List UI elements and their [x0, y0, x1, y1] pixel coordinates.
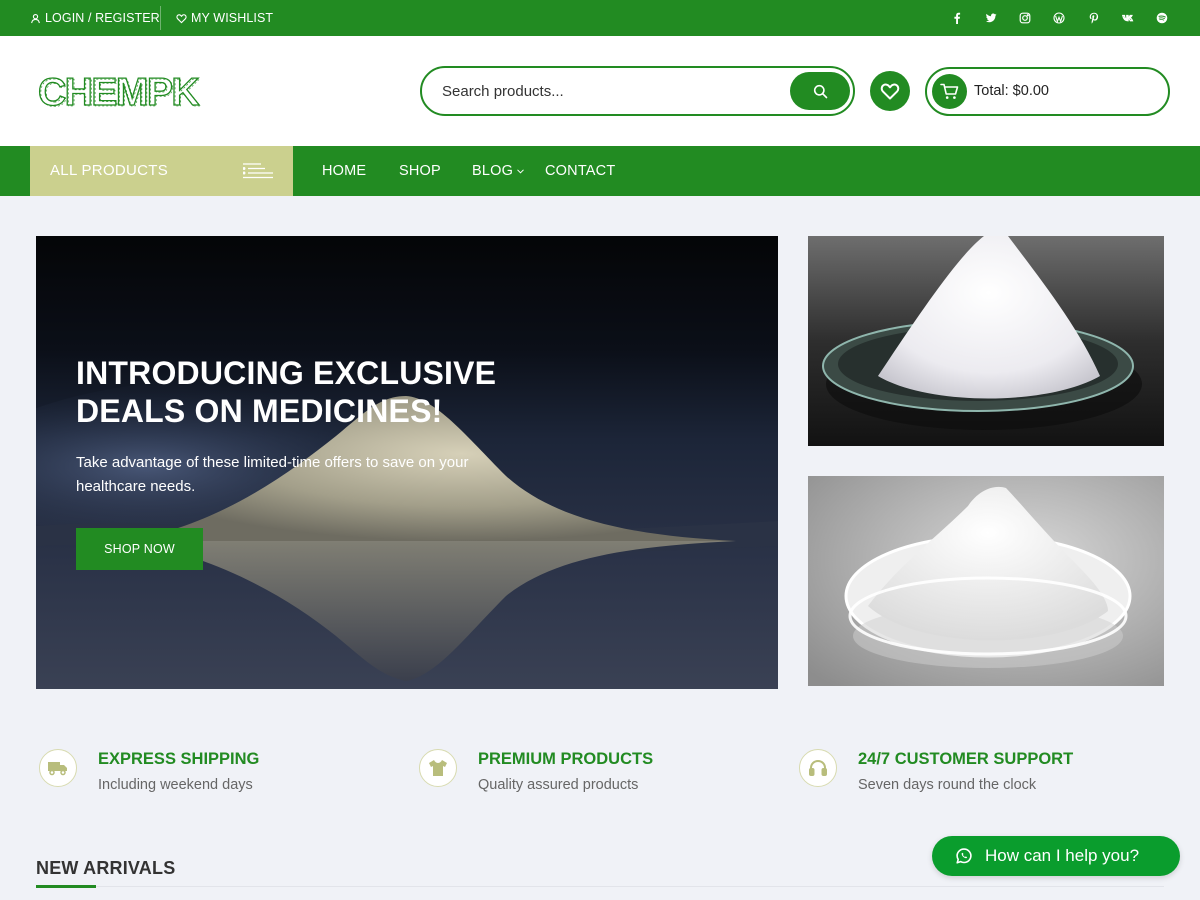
- tshirt-icon-badge: [419, 749, 457, 787]
- truck-icon-badge: [39, 749, 77, 787]
- feature-customer-support: 24/7 CUSTOMER SUPPORT Seven days round t…: [796, 746, 1156, 806]
- topbar-divider: [160, 6, 161, 30]
- wishlist-button[interactable]: [870, 71, 910, 111]
- nav-item-home[interactable]: HOME: [322, 146, 366, 196]
- pinterest-icon[interactable]: [1084, 0, 1104, 36]
- nav-item-contact[interactable]: CONTACT: [545, 146, 615, 196]
- login-register-link[interactable]: LOGIN / REGISTER: [30, 0, 160, 36]
- feature-subtitle: Quality assured products: [478, 777, 639, 793]
- section-divider: [36, 886, 1164, 887]
- tshirt-icon: [429, 760, 447, 776]
- user-icon: [31, 13, 40, 23]
- truck-icon: [48, 762, 67, 776]
- heart-icon: [176, 13, 187, 23]
- heart-icon: [880, 83, 900, 100]
- new-arrivals-title: NEW ARRIVALS: [36, 858, 176, 878]
- hero-title-line2: DEALS ON MEDICINES!: [76, 393, 443, 429]
- feature-premium-products: PREMIUM PRODUCTS Quality assured product…: [416, 746, 776, 806]
- top-bar: LOGIN / REGISTER MY WISHLIST: [0, 0, 1200, 36]
- cart-icon-badge: [932, 74, 967, 109]
- menu-lines-icon: [243, 163, 273, 179]
- my-wishlist-link[interactable]: MY WISHLIST: [176, 0, 273, 36]
- wordpress-icon[interactable]: [1049, 0, 1069, 36]
- feature-subtitle: Seven days round the clock: [858, 777, 1037, 793]
- side-banner-top[interactable]: [808, 236, 1164, 446]
- headset-icon-badge: [799, 749, 837, 787]
- all-products-button[interactable]: ALL PRODUCTS: [30, 146, 293, 196]
- nav-item-home-label: HOME: [322, 163, 367, 179]
- powder-dish-image: [808, 236, 1164, 446]
- vk-icon[interactable]: [1118, 0, 1138, 36]
- whatsapp-chat-button[interactable]: How can I help you?: [932, 836, 1180, 876]
- search-bar: [420, 66, 855, 116]
- chevron-down-icon: [517, 168, 524, 174]
- facebook-icon[interactable]: [947, 0, 967, 36]
- cart-icon: [940, 83, 959, 99]
- nav-item-blog-label: BLOG: [472, 163, 514, 179]
- hero-text: Take advantage of these limited-time off…: [76, 454, 469, 495]
- logo-text-outline: CHEMPK: [39, 72, 200, 112]
- search-icon: [813, 84, 827, 98]
- spotify-icon[interactable]: [1152, 0, 1172, 36]
- instagram-icon[interactable]: [1015, 0, 1035, 36]
- whatsapp-icon: [956, 848, 972, 864]
- nav-item-blog[interactable]: BLOG: [472, 146, 524, 196]
- site-header: CHEMPK CHEMPK Total: $0.00: [0, 36, 1200, 146]
- feature-subtitle: Including weekend days: [98, 777, 253, 793]
- chat-label: How can I help you?: [985, 846, 1140, 865]
- hero-banner: INTRODUCING EXCLUSIVE DEALS ON MEDICINES…: [36, 236, 778, 689]
- login-register-label: LOGIN / REGISTER: [45, 11, 160, 25]
- feature-title: EXPRESS SHIPPING: [98, 750, 260, 768]
- feature-title: PREMIUM PRODUCTS: [478, 750, 654, 768]
- powder-petri-dish-image: [808, 476, 1164, 686]
- shop-now-button[interactable]: SHOP NOW: [76, 528, 203, 570]
- side-banner-bottom[interactable]: [808, 476, 1164, 686]
- site-logo[interactable]: CHEMPK CHEMPK: [37, 70, 214, 115]
- twitter-icon[interactable]: [981, 0, 1001, 36]
- my-wishlist-label: MY WISHLIST: [191, 11, 274, 25]
- feature-express-shipping: EXPRESS SHIPPING Including weekend days: [36, 746, 396, 806]
- feature-title: 24/7 CUSTOMER SUPPORT: [858, 750, 1074, 768]
- headset-icon: [809, 759, 827, 776]
- hero-title: INTRODUCING EXCLUSIVE DEALS ON MEDICINES…: [76, 354, 576, 430]
- nav-item-shop-label: SHOP: [399, 163, 441, 179]
- hero-title-line1: INTRODUCING EXCLUSIVE: [76, 355, 497, 391]
- search-input[interactable]: [442, 79, 782, 103]
- all-products-label: ALL PRODUCTS: [50, 162, 169, 179]
- cart-button[interactable]: Total: $0.00: [925, 67, 1170, 116]
- search-button[interactable]: [790, 72, 850, 110]
- nav-item-contact-label: CONTACT: [545, 163, 616, 179]
- section-title-underline: [36, 885, 96, 888]
- nav-item-shop[interactable]: SHOP: [399, 146, 441, 196]
- main-nav: ALL PRODUCTS HOME SHOP BLOG CONTACT: [0, 146, 1200, 196]
- cart-total: Total: $0.00: [974, 83, 1049, 99]
